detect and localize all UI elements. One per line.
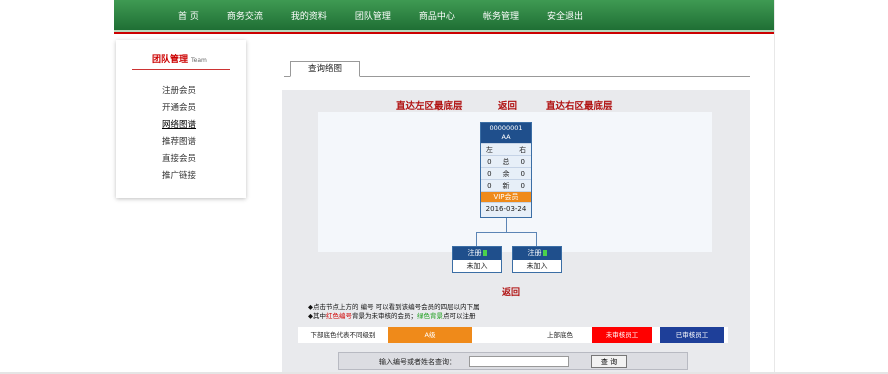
sidebar-title-text: 团队管理 bbox=[152, 55, 189, 65]
left-label: 左 bbox=[485, 146, 493, 154]
new-right: 0 bbox=[520, 182, 525, 190]
child-node-right-header[interactable]: 注册 bbox=[513, 247, 561, 260]
root-node-side-labels: 左 右 bbox=[481, 143, 531, 155]
help-note-2-suffix: 点可以注册 bbox=[443, 312, 476, 320]
help-note-2-middle: 背景为未审核的会员； bbox=[352, 312, 417, 320]
help-note-2-red: 红色编号 bbox=[326, 312, 352, 320]
jump-right-bottom-link[interactable]: 直达右区最底层 bbox=[546, 98, 613, 112]
tree-connector-vertical bbox=[506, 218, 507, 232]
join-date: 2016-03-24 bbox=[481, 202, 531, 214]
sidebar-title: 团队管理 Team bbox=[152, 52, 207, 65]
sidebar-title-en: Team bbox=[191, 57, 207, 64]
total-label: 总 bbox=[502, 158, 510, 166]
help-note-2-prefix: ◆其中 bbox=[308, 312, 326, 320]
help-notes: ◆点击节点上方的 编号 可以看到该编号会员的四层以内下属 ◆其中红色编号背景为未… bbox=[308, 303, 480, 321]
help-note-2: ◆其中红色编号背景为未审核的会员；绿色背景点可以注册 bbox=[308, 312, 480, 321]
nav-team[interactable]: 团队管理 bbox=[355, 9, 391, 22]
root-node-row-remain: 0 余 0 bbox=[481, 167, 531, 179]
register-link-right[interactable]: 注册 bbox=[528, 249, 542, 257]
sidebar-divider bbox=[132, 69, 230, 70]
search-input[interactable] bbox=[469, 356, 569, 367]
back-link[interactable]: 返回 bbox=[498, 98, 517, 112]
sidebar-item-direct[interactable]: 直接会员 bbox=[162, 152, 196, 169]
legend-reviewed-swatch: 已审核员工 bbox=[660, 327, 724, 343]
child-node-left-status: 未加入 bbox=[453, 260, 501, 272]
sidebar-item-activate[interactable]: 开通会员 bbox=[162, 101, 196, 118]
jump-left-bottom-link[interactable]: 直达左区最底层 bbox=[396, 98, 463, 112]
remain-right: 0 bbox=[520, 170, 525, 178]
legend-bottom-label: 下部底色代表不同级别 bbox=[310, 331, 376, 339]
root-node-id[interactable]: 00000001 bbox=[481, 124, 531, 133]
new-left: 0 bbox=[487, 182, 492, 190]
tree-connector-right bbox=[536, 232, 537, 246]
nav-products[interactable]: 商品中心 bbox=[419, 9, 455, 22]
legend-unreviewed-swatch: 未审核员工 bbox=[592, 327, 652, 343]
sidebar-item-register[interactable]: 注册会员 bbox=[162, 84, 196, 101]
nav-home[interactable]: 首 页 bbox=[178, 9, 199, 22]
member-level-badge: VIP会员 bbox=[481, 191, 531, 202]
nav-profile[interactable]: 我的资料 bbox=[291, 9, 327, 22]
search-label: 输入编号或者姓名查询： bbox=[379, 358, 456, 366]
page-right-border bbox=[774, 0, 775, 374]
member-search-bar: 输入编号或者姓名查询： 查 询 bbox=[338, 352, 688, 370]
header-divider bbox=[114, 32, 774, 34]
search-button[interactable]: 查 询 bbox=[591, 355, 627, 368]
back-link-bottom[interactable]: 返回 bbox=[502, 285, 520, 298]
new-label: 新 bbox=[502, 182, 510, 190]
tree-connector-horizontal bbox=[476, 232, 536, 233]
nav-logout[interactable]: 安全退出 bbox=[547, 9, 583, 22]
legend-top-label: 上部底色 bbox=[547, 331, 573, 339]
root-node[interactable]: 00000001 AA 左 右 0 总 0 0 余 0 0 新 0 VIP会员 … bbox=[480, 122, 532, 218]
sidebar-menu: 注册会员 开通会员 网络图谱 推荐图谱 直接会员 推广链接 bbox=[162, 84, 196, 186]
page-frame: 首 页 商务交流 我的资料 团队管理 商品中心 帐务管理 安全退出 团队管理 Te… bbox=[114, 0, 774, 374]
tree-actions: 直达左区最底层 返回 直达右区最底层 bbox=[282, 98, 750, 112]
tab-bar: 查询络图 bbox=[284, 61, 750, 77]
top-nav: 首 页 商务交流 我的资料 团队管理 商品中心 帐务管理 安全退出 bbox=[114, 0, 774, 32]
tree-connector-left bbox=[476, 232, 477, 246]
tab-network-chart[interactable]: 查询络图 bbox=[290, 61, 360, 77]
sidebar-item-referral[interactable]: 推荐图谱 bbox=[162, 135, 196, 152]
legend-level-swatch: A级 bbox=[388, 327, 472, 343]
root-node-row-new: 0 新 0 bbox=[481, 179, 531, 191]
help-note-1: ◆点击节点上方的 编号 可以看到该编号会员的四层以内下属 bbox=[308, 303, 480, 311]
color-legend: 下部底色代表不同级别 A级 上部底色 未审核员工 已审核员工 bbox=[298, 327, 728, 343]
root-node-name: AA bbox=[501, 133, 511, 141]
child-node-left[interactable]: 注册 未加入 bbox=[452, 246, 502, 273]
green-marker-icon bbox=[542, 250, 547, 256]
register-link-left[interactable]: 注册 bbox=[468, 249, 482, 257]
root-node-header: 00000001 AA bbox=[481, 123, 531, 143]
remain-label: 余 bbox=[502, 170, 510, 178]
child-node-right[interactable]: 注册 未加入 bbox=[512, 246, 562, 273]
right-label: 右 bbox=[519, 146, 527, 154]
total-right: 0 bbox=[520, 158, 525, 166]
nav-business[interactable]: 商务交流 bbox=[227, 9, 263, 22]
child-node-right-status: 未加入 bbox=[513, 260, 561, 272]
sidebar-item-promo-link[interactable]: 推广链接 bbox=[162, 169, 196, 186]
sidebar-item-network[interactable]: 网络图谱 bbox=[162, 118, 196, 135]
green-marker-icon bbox=[482, 250, 487, 256]
tree-panel: 直达左区最底层 返回 直达右区最底层 00000001 AA 左 右 0 总 0… bbox=[282, 90, 750, 374]
child-node-left-header[interactable]: 注册 bbox=[453, 247, 501, 260]
nav-accounts[interactable]: 帐务管理 bbox=[483, 9, 519, 22]
sidebar: 团队管理 Team 注册会员 开通会员 网络图谱 推荐图谱 直接会员 推广链接 bbox=[116, 40, 246, 198]
remain-left: 0 bbox=[487, 170, 492, 178]
help-note-2-green: 绿色背景 bbox=[417, 312, 443, 320]
root-node-row-total: 0 总 0 bbox=[481, 155, 531, 167]
total-left: 0 bbox=[487, 158, 492, 166]
